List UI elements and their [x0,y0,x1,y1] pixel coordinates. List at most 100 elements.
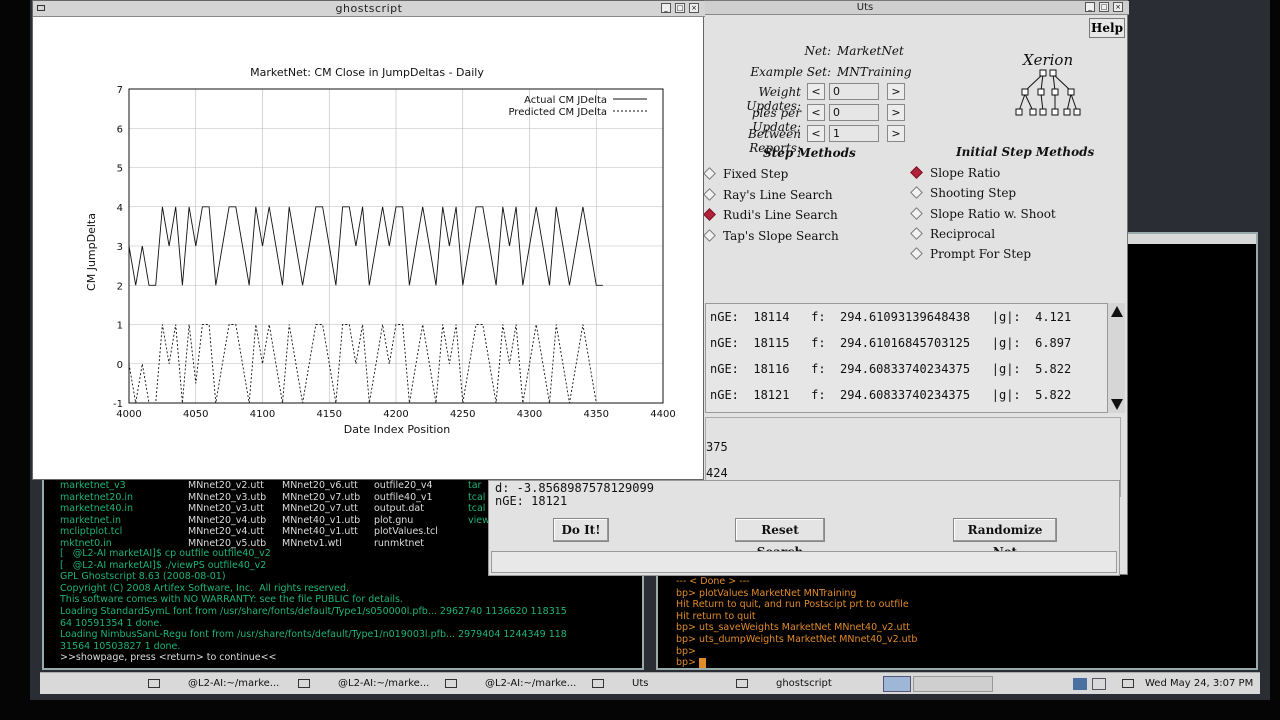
terminal-line: 64 10591354 1 done. [60,617,163,629]
initial-step-method-label: Prompt For Step [930,247,1032,262]
x-tick-label: 4350 [584,409,609,420]
status-nge-value: nGE: 18121 [495,494,568,508]
desktop-icon[interactable] [1122,679,1134,688]
workspace-switcher[interactable] [883,676,911,692]
file-entry: tcal [468,491,486,503]
between-reports-input[interactable]: 1 [829,125,879,142]
taskbar-item[interactable]: @L2-AI:~/marke... [445,675,576,693]
reset-search-button[interactable]: Reset Search [735,518,825,559]
x-tick-label: 4000 [116,409,141,420]
xerion-logo: Xerion [1013,51,1083,123]
minimize-icon[interactable]: _ [661,3,671,13]
maximize-icon[interactable]: □ [675,3,685,13]
terminal-line: This software comes with NO WARRANTY: se… [60,594,403,606]
command-field[interactable] [491,551,1117,573]
scroll-up-icon[interactable] [1111,306,1123,317]
step-method-option[interactable]: Ray's Line Search [703,187,833,202]
x-tick-label: 4200 [383,409,408,420]
radio-icon[interactable] [703,187,716,201]
weight-updates-input[interactable]: 0 [829,83,879,100]
file-entry: output.dat [374,503,424,515]
file-entry: MNnet20_v3.utt [188,503,264,515]
close-icon[interactable]: × [689,3,699,13]
initial-step-method-option[interactable]: Slope Ratio w. Shoot [910,206,1056,221]
xerion-logo-text: Xerion [1022,51,1074,69]
terminal-line: Loading NimbusSanL-Regu font from /usr/s… [60,629,567,641]
file-entry: view [468,514,490,526]
radio-icon[interactable] [910,206,923,220]
step-method-option[interactable]: Tap's Slope Search [703,228,839,243]
radio-icon[interactable] [910,186,923,200]
terminal-line: Copyright (C) 2008 Artifex Software, Inc… [60,582,350,594]
network-icon [1015,69,1081,116]
chart-legend: Actual CM JDeltaPredicted CM JDelta [508,95,647,118]
samples-per-update-decrement-button[interactable]: < [807,104,825,121]
volume-tray-icon[interactable] [1092,678,1106,690]
step-method-option[interactable]: Fixed Step [703,167,788,181]
file-entry: marketnet20.in [60,491,134,503]
minimize-icon[interactable]: _ [1085,2,1095,12]
terminal-line: 31564 10503827 1 done. [60,640,181,652]
clock[interactable]: Wed May 24, 3:07 PM [1145,675,1253,693]
file-entry: MNnet20_v2.utt [188,480,264,491]
x-tick-label: 4050 [183,409,208,420]
window-icon [736,678,748,688]
file-entry: MNnet20_v4.utt [188,526,264,538]
terminal-cursor[interactable] [60,669,67,670]
taskbar-item[interactable]: @L2-AI:~/marke... [148,675,279,693]
x-tick-label: 4300 [517,409,542,420]
file-entry: mcliptplot.tcl [60,526,123,538]
taskbar-item[interactable]: @L2-AI:~/marke... [298,675,429,693]
maximize-icon[interactable]: □ [1099,2,1109,12]
terminal-cursor[interactable] [699,657,707,668]
scroll-down-icon[interactable] [1111,399,1123,410]
taskbar-item-label: Uts [632,678,649,689]
terminal-line: >>showpage, press <return> to continue<< [60,652,277,664]
file-entry: MNnet20_v4.utb [188,514,267,526]
taskbar-item-label: @L2-AI:~/marke... [188,678,280,689]
file-entry: tcal [468,503,486,515]
ghostscript-titlebar[interactable]: ghostscript _ □ × [33,1,705,17]
initial-step-method-label: Reciprocal [930,226,996,241]
samples-per-update-increment-button[interactable]: > [887,104,905,121]
initial-step-method-option[interactable]: Reciprocal [910,226,996,241]
radio-icon[interactable] [703,228,716,242]
randomize-net-button[interactable]: Randomize Net [953,518,1057,559]
network-tray-icon[interactable] [1073,678,1087,690]
weight-updates-increment-button[interactable]: > [887,83,905,100]
status-line-2: 424 [706,466,728,480]
net-value: MarketNet [837,44,904,58]
chart-ticks: 4000 4050 4100 4150 4200 4250 4300 4350 4400 -1 0 1… [113,85,676,420]
terminal-line: bp> plotValues MarketNet MNTraining [676,587,857,599]
step-method-option[interactable]: Rudi's Line Search [703,208,838,222]
close-icon[interactable]: × [1113,2,1123,12]
radio-icon[interactable] [703,167,716,180]
initial-step-method-option[interactable]: Slope Ratio [910,166,1000,180]
radio-icon[interactable] [910,227,923,240]
initial-step-method-option[interactable]: Prompt For Step [910,247,1032,262]
initial-step-methods-heading: Initial Step Methods [956,145,1095,159]
between-reports-decrement-button[interactable]: < [807,125,825,142]
do-it-button[interactable]: Do It! [553,518,609,542]
taskbar-item-label: @L2-AI:~/marke... [338,678,430,689]
file-entry: MNnet40_v1.utb [282,514,361,526]
log-scrollbar[interactable] [1107,303,1125,413]
taskbar-item[interactable]: Uts [592,675,648,693]
workspace-pager[interactable] [913,676,993,692]
radio-icon[interactable] [910,247,923,261]
radio-icon[interactable] [910,166,923,179]
file-entry: marketnet40.in [60,503,134,515]
samples-per-update-input[interactable]: 0 [829,104,879,121]
file-entry: plot.gnu [374,514,414,526]
training-log[interactable]: nGE: 18114 f: 294.61093139648438 |g|: 4.… [705,303,1125,413]
help-button[interactable]: Help [1089,18,1125,38]
initial-step-method-option[interactable]: Shooting Step [910,186,1016,200]
y-tick-label: 4 [117,203,123,214]
radio-icon[interactable] [703,208,716,221]
taskbar-item[interactable]: ghostscript [736,675,832,693]
terminal-line: bp> [676,657,917,668]
net-label: Net: [804,44,831,58]
chart-xlabel: Date Index Position [344,423,450,436]
between-reports-increment-button[interactable]: > [887,125,905,142]
weight-updates-decrement-button[interactable]: < [807,83,825,100]
